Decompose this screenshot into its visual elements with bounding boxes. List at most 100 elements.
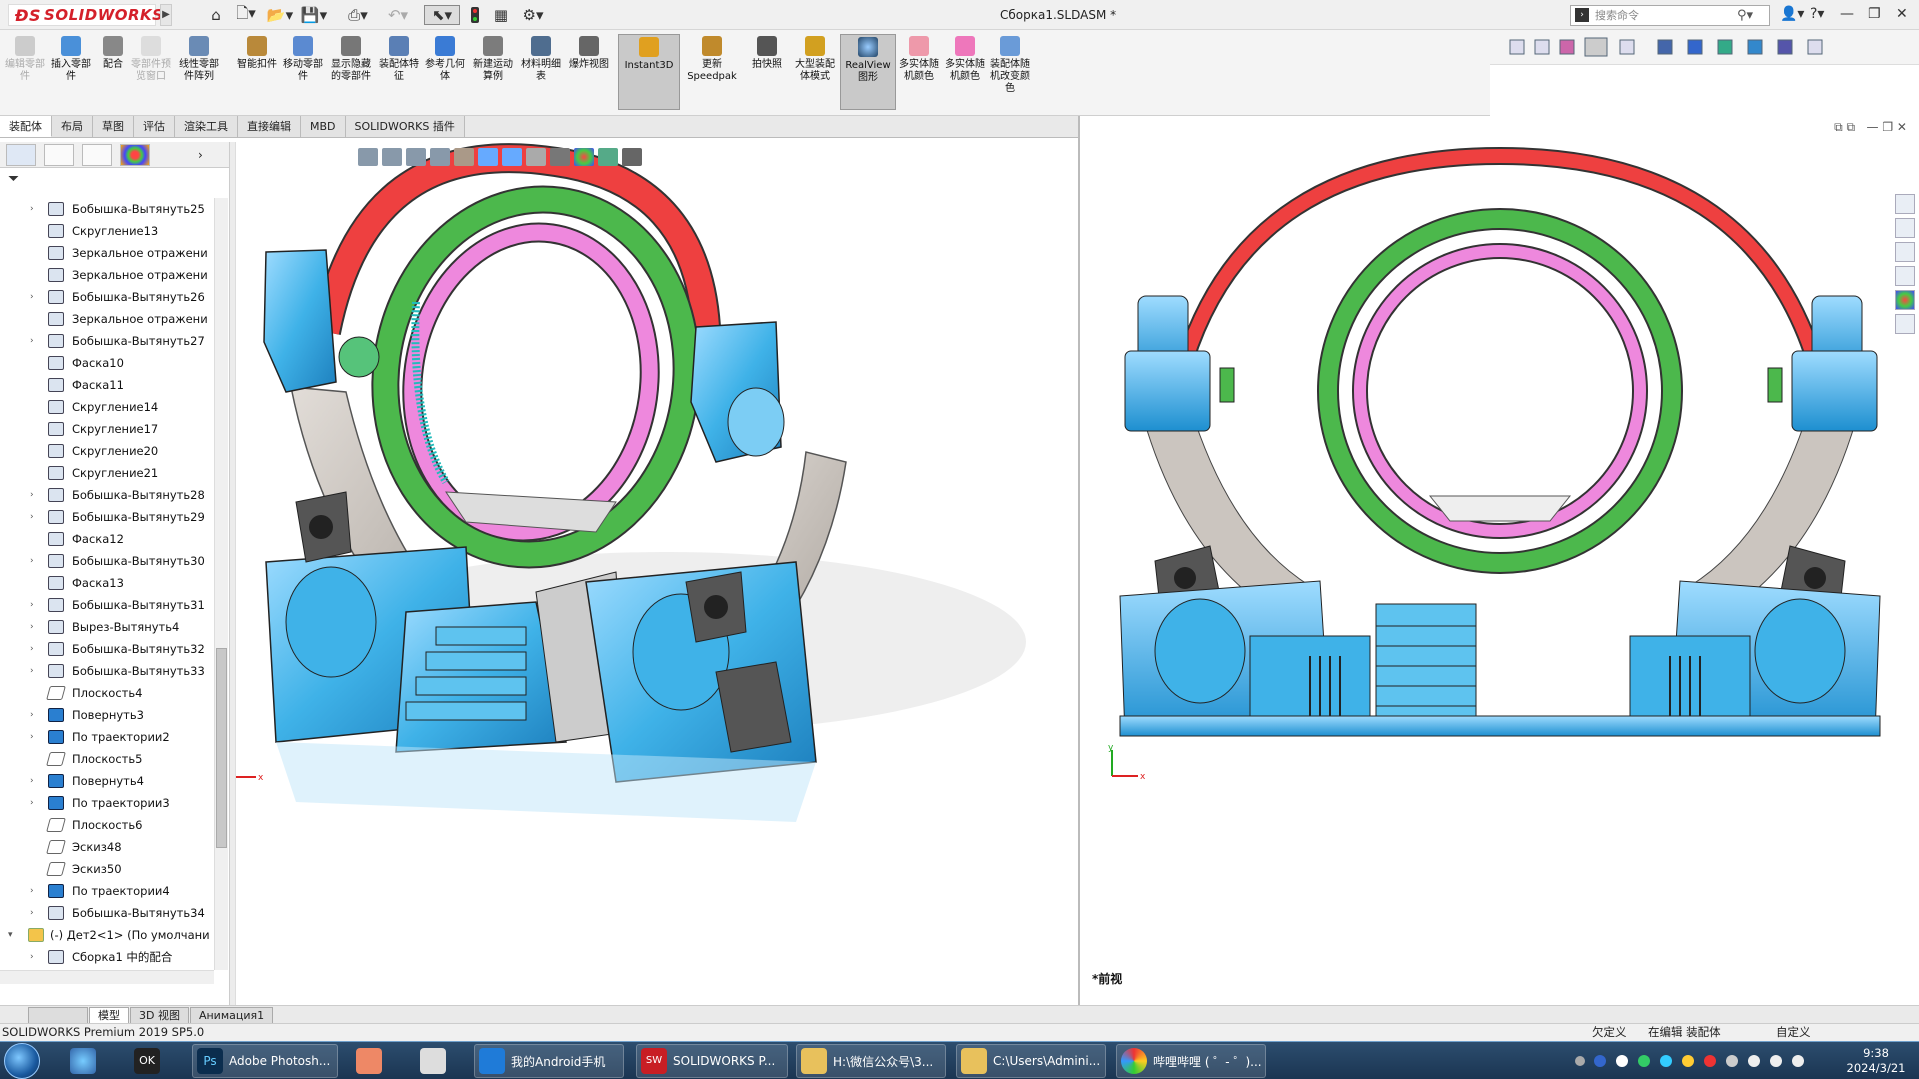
tree-item[interactable]: Скругление14 [0, 396, 214, 418]
tree-item[interactable]: › Бобышка-Вытянуть26 [0, 286, 214, 308]
tree-item[interactable]: › Повернуть4 [0, 770, 214, 792]
section-view-icon[interactable] [430, 148, 450, 166]
traffic-light-icon[interactable] [468, 5, 482, 25]
tree-item[interactable]: › По траектории3 [0, 792, 214, 814]
taskbar-android-phone[interactable]: 我的Android手机 [474, 1044, 624, 1078]
expand-arrow-icon[interactable]: ▾ [8, 924, 13, 946]
view-settings-icon[interactable] [598, 148, 618, 166]
taskbar-bilibili[interactable]: 哔哩哔哩 ( ゜- ゜)... [1116, 1044, 1266, 1078]
tree-item[interactable]: › Вырез-Вытянуть4 [0, 616, 214, 638]
design-library-icon[interactable] [1895, 218, 1915, 238]
tree-item[interactable]: Скругление17 [0, 418, 214, 440]
tree-item[interactable]: › Бобышка-Вытянуть29 [0, 506, 214, 528]
tree-item[interactable]: Фаска11 [0, 374, 214, 396]
home-icon[interactable]: ⌂ [205, 5, 227, 25]
solidworks-resources-icon[interactable] [1895, 194, 1915, 214]
open-document-icon[interactable]: 📂▾ [266, 5, 294, 25]
expand-arrow-icon[interactable]: › [30, 902, 34, 924]
rebuild-icon[interactable]: ▦ [490, 5, 512, 25]
tree-item[interactable]: › Сборка1 中的配合 [0, 946, 214, 968]
start-button[interactable] [4, 1043, 40, 1079]
tree-item[interactable]: › Бобышка-Вытянуть32 [0, 638, 214, 660]
instant3d-button[interactable]: Instant3D [618, 34, 680, 110]
select-tool-icon[interactable]: ⬉▾ [424, 5, 460, 25]
user-icon[interactable]: 👤▾ [1780, 6, 1804, 22]
tree-item[interactable]: Скругление20 [0, 440, 214, 462]
tab-layout[interactable]: 布局 [52, 116, 93, 137]
tab-scroll-arrows[interactable] [28, 1006, 88, 1023]
tree-item[interactable]: › Бобышка-Вытянуть28 [0, 484, 214, 506]
tab-solidworks-addins[interactable]: SOLIDWORKS 插件 [345, 116, 465, 137]
insert-component-button[interactable]: 插入零部件 [50, 34, 92, 110]
tree-item[interactable]: Фаска13 [0, 572, 214, 594]
expand-arrow-icon[interactable]: › [30, 594, 34, 616]
tab-model[interactable]: 模型 [89, 1006, 129, 1023]
bill-of-materials-button[interactable]: 材料明细表 [520, 34, 562, 110]
expand-arrow-icon[interactable]: › [30, 484, 34, 506]
expand-arrow-icon[interactable]: › [30, 660, 34, 682]
mate-button[interactable]: 配合 [92, 34, 134, 110]
tree-item[interactable]: Плоскость6 [0, 814, 214, 836]
tree-item[interactable]: Скругление13 [0, 220, 214, 242]
tree-item[interactable]: Плоскость4 [0, 682, 214, 704]
exploded-view-button[interactable]: 爆炸视图 [568, 34, 610, 110]
graphics-viewport-isometric[interactable]: yxz [236, 142, 1076, 1005]
edit-component-button[interactable]: 编辑零部件 [4, 34, 46, 110]
new-document-icon[interactable]: 🗋▾ [232, 4, 260, 25]
taskbar-solidworks[interactable]: SW SOLIDWORKS P... [636, 1044, 788, 1078]
linear-pattern-button[interactable]: 线性零部件阵列 [178, 34, 220, 110]
feature-manager-tab-icon[interactable] [6, 143, 36, 166]
taskbar-folder-1[interactable]: H:\微信公众号\3... [796, 1044, 946, 1078]
update-speedpak-button[interactable]: 更新Speedpak [686, 34, 738, 110]
new-motion-study-button[interactable]: 新建运动算例 [472, 34, 514, 110]
search-command-input[interactable]: › 搜索命令 ⚲▾ [1570, 5, 1770, 26]
display-style-icon[interactable] [502, 148, 522, 166]
tree-vertical-scrollbar[interactable] [214, 198, 228, 970]
display-monitor-icon[interactable] [622, 148, 642, 166]
solidworks-logo[interactable]: ƉS SOLIDWORKS [8, 4, 163, 26]
tree-item[interactable]: › Бобышка-Вытянуть25 [0, 198, 214, 220]
tree-item[interactable]: › Бобышка-Вытянуть33 [0, 660, 214, 682]
graphics-viewport-front[interactable]: ⧉ ⧉ — ❐ ✕ y x *前视 [1078, 116, 1919, 1005]
tree-filter-icon[interactable]: ⏷ [0, 168, 229, 190]
expand-arrow-icon[interactable]: › [30, 792, 34, 814]
tab-mbd[interactable]: MBD [301, 116, 346, 137]
taskbar-folder-2[interactable]: C:\Users\Admini... [956, 1044, 1106, 1078]
minimize-icon[interactable]: — [1840, 6, 1854, 22]
expand-arrow-icon[interactable]: › [30, 770, 34, 792]
tree-item[interactable]: Плоскость5 [0, 748, 214, 770]
tab-evaluate[interactable]: 评估 [134, 116, 175, 137]
hide-show-items-icon[interactable] [526, 148, 546, 166]
options-gear-icon[interactable]: ⚙▾ [518, 5, 548, 25]
tree-horizontal-scrollbar[interactable] [0, 970, 214, 984]
expand-arrow-icon[interactable]: › [30, 638, 34, 660]
tree-item[interactable]: Фаска10 [0, 352, 214, 374]
tab-3d-view[interactable]: 3D 视图 [130, 1006, 189, 1023]
take-snapshot-button[interactable]: 拍快照 [746, 34, 788, 110]
system-clock[interactable]: 9:38 2024/3/21 [1836, 1046, 1916, 1076]
scrollbar-thumb[interactable] [216, 648, 227, 848]
expand-arrow-icon[interactable]: › [30, 946, 34, 968]
show-hidden-components-button[interactable]: 显示隐藏的零部件 [330, 34, 372, 110]
expand-arrow-icon[interactable]: › [30, 506, 34, 528]
custom-properties-icon[interactable] [1895, 314, 1915, 334]
taskbar-photoshop[interactable]: Ps Adobe Photosh... [192, 1044, 338, 1078]
component-preview-button[interactable]: 零部件预览窗口 [130, 34, 172, 110]
tree-item[interactable]: Скругление21 [0, 462, 214, 484]
menu-expand-arrow[interactable]: ▶ [160, 4, 172, 26]
expand-arrow-icon[interactable]: › [30, 726, 34, 748]
print-icon[interactable]: ⎙▾ [344, 5, 372, 25]
tree-item[interactable]: › Бобышка-Вытянуть30 [0, 550, 214, 572]
property-manager-tab-icon[interactable] [44, 143, 74, 166]
tree-item[interactable]: › Бобышка-Вытянуть34 [0, 902, 214, 924]
move-component-button[interactable]: 移动零部件 [282, 34, 324, 110]
close-icon[interactable]: ✕ [1896, 6, 1908, 22]
taskbar-app-icon-2[interactable] [352, 1044, 396, 1078]
save-icon[interactable]: 💾▾ [300, 5, 328, 25]
tab-direct-editing[interactable]: 直接编辑 [238, 116, 301, 137]
expand-arrow-icon[interactable]: › [30, 198, 34, 220]
tree-item[interactable]: › По траектории4 [0, 880, 214, 902]
assembly-features-button[interactable]: 装配体特征 [378, 34, 420, 110]
taskbar-ok-app-icon[interactable]: OK [130, 1044, 170, 1078]
smart-fasteners-button[interactable]: 智能扣件 [236, 34, 278, 110]
